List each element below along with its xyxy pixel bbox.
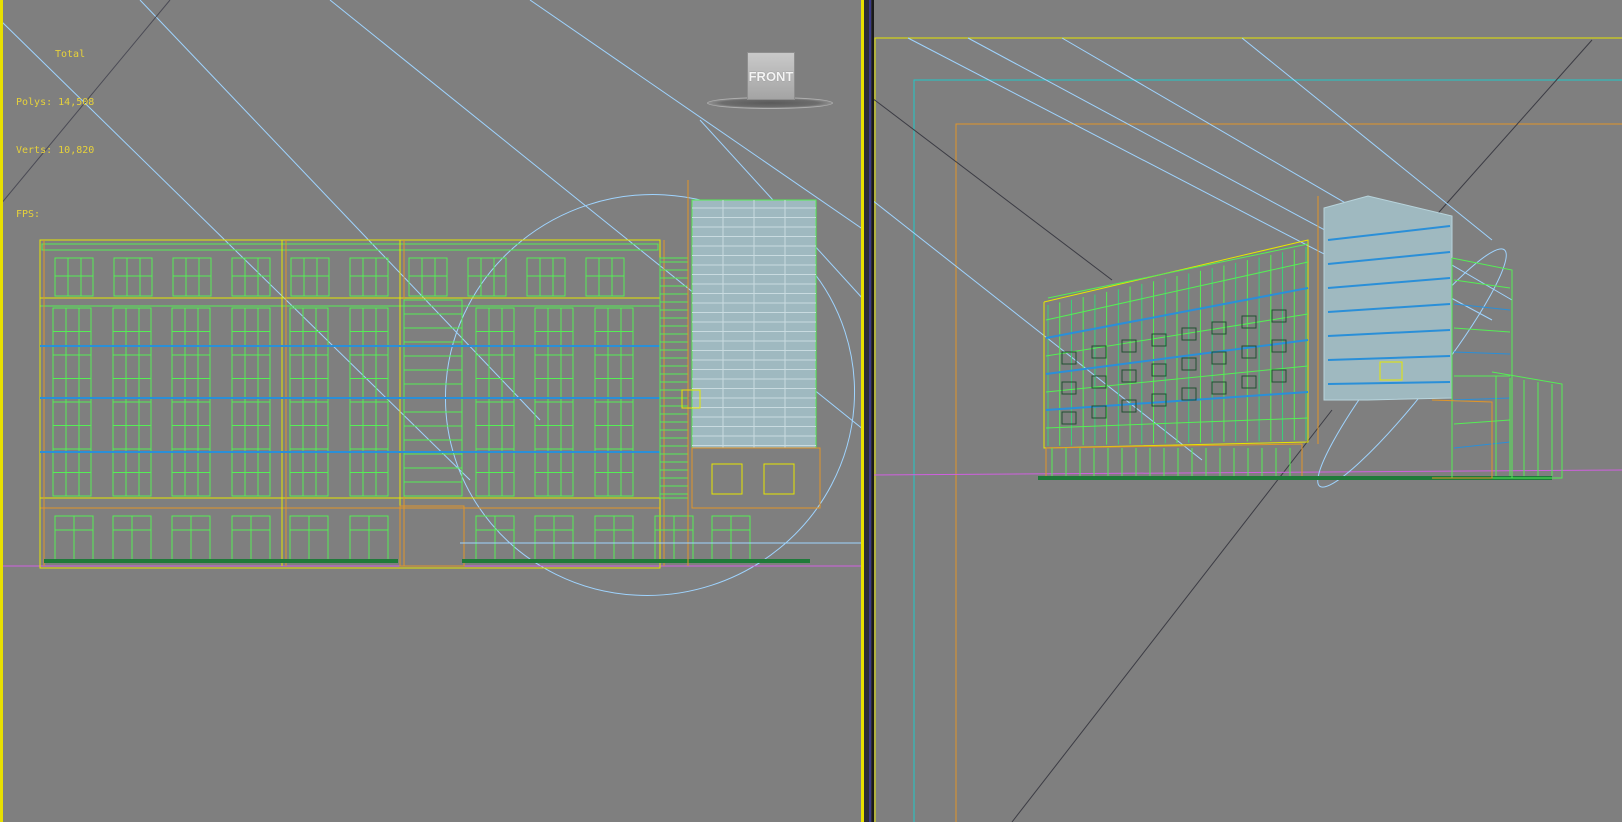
window-top-floor xyxy=(113,257,153,297)
light-ray-line xyxy=(872,199,1203,461)
safe-frame-title xyxy=(955,123,1622,822)
perspective-window-frame xyxy=(1091,405,1107,419)
perspective-window-frame xyxy=(1061,381,1077,395)
perspective-window-frame xyxy=(1061,351,1077,365)
viewport-front[interactable]: Total Polys: 14,508 Verts: 10,820 FPS: F… xyxy=(0,0,864,822)
window-top-floor xyxy=(231,257,271,297)
verts-label: Verts: xyxy=(16,145,53,156)
roof-parapet xyxy=(41,243,659,251)
viewport-statistics: Total Polys: 14,508 Verts: 10,820 FPS: xyxy=(16,15,94,255)
safe-frame-action xyxy=(913,79,1622,822)
entrance-recess xyxy=(399,505,465,567)
stats-polys: Polys: 14,508 xyxy=(16,95,94,111)
perspective-window-frame xyxy=(1271,309,1287,323)
perspective-window-frame xyxy=(1151,363,1167,377)
perspective-wireframe-canvas[interactable] xyxy=(872,0,1622,822)
camera-line xyxy=(1431,39,1593,221)
perspective-window-frame xyxy=(1241,375,1257,389)
verts-value: 10,820 xyxy=(58,145,95,156)
window-top-floor xyxy=(172,257,212,297)
perspective-wing-line xyxy=(1453,441,1511,449)
perspective-wing-line xyxy=(1453,419,1511,425)
tower-base-window xyxy=(763,463,795,495)
window-top-floor xyxy=(349,257,389,297)
stats-verts: Verts: 10,820 xyxy=(16,143,94,159)
viewport-divider[interactable] xyxy=(864,0,872,822)
window-top-floor xyxy=(290,257,330,297)
window-top-floor xyxy=(585,257,625,297)
perspective-wing-line xyxy=(1453,279,1511,289)
stats-fps: FPS: xyxy=(16,207,94,223)
tower-base-window xyxy=(711,463,743,495)
window-top-floor xyxy=(54,257,94,297)
tower-base xyxy=(691,447,821,509)
perspective-wing-line xyxy=(1453,397,1511,401)
viewcube[interactable]: FRONT xyxy=(707,50,837,114)
window-top-floor xyxy=(526,257,566,297)
polys-label: Polys: xyxy=(16,97,53,108)
viewcube-front-face[interactable]: FRONT xyxy=(747,52,795,100)
perspective-wing-line xyxy=(1453,351,1511,355)
perspective-window-frame xyxy=(1121,369,1137,383)
perspective-window-frame xyxy=(1061,411,1077,425)
perspective-window-frame xyxy=(1241,315,1257,329)
perspective-window-frame xyxy=(1271,339,1287,353)
perspective-window-frame xyxy=(1151,393,1167,407)
fps-label: FPS: xyxy=(16,209,41,220)
perspective-wing-line xyxy=(1453,327,1511,333)
window-top-floor xyxy=(408,257,448,297)
polys-value: 14,508 xyxy=(58,97,95,108)
viewport-perspective[interactable] xyxy=(872,0,1622,822)
stats-title: Total xyxy=(55,49,86,60)
perspective-annex-base xyxy=(1431,399,1493,479)
perspective-window-frame xyxy=(1151,333,1167,347)
light-ray-line xyxy=(139,0,541,421)
front-wireframe-canvas[interactable] xyxy=(0,0,864,822)
perspective-glass-tower xyxy=(1323,195,1453,401)
perspective-window-frame xyxy=(1271,369,1287,383)
window-top-floor xyxy=(467,257,507,297)
light-ray-line xyxy=(529,0,864,231)
